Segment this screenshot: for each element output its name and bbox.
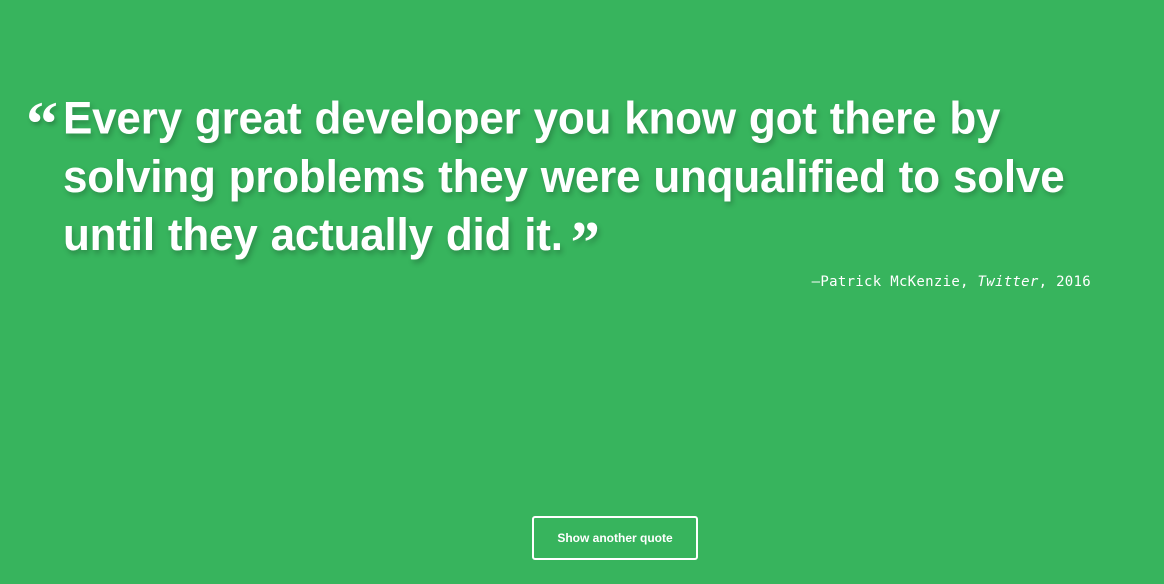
quote-text: Every great developer you know got there… [63,93,1065,261]
quote-text-container: Every great developer you know got there… [26,90,1136,272]
close-quote-mark: ” [570,208,600,277]
quote-attribution: —Patrick McKenzie, Twitter, 2016 [812,274,1091,290]
attribution-year: , 2016 [1038,274,1091,290]
attribution-author: —Patrick McKenzie, [811,274,969,290]
show-another-quote-button[interactable]: Show another quote [532,516,698,560]
attribution-source: Twitter [977,274,1039,290]
quote-block: “ Every great developer you know got the… [26,90,1136,273]
